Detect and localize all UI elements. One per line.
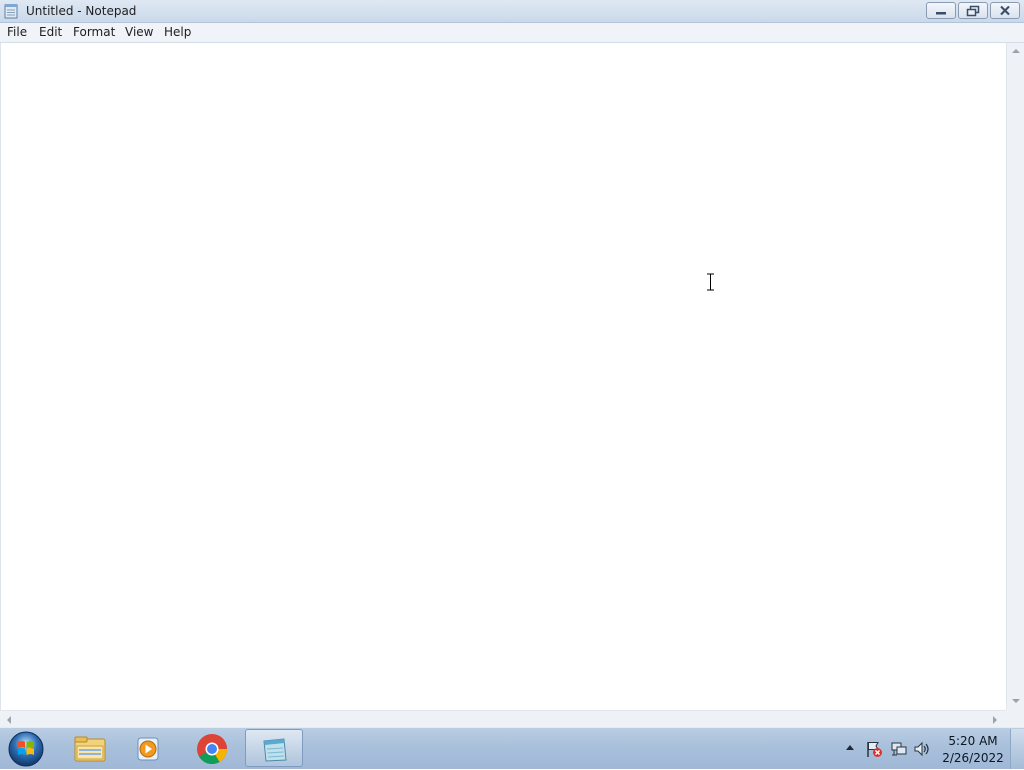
window-title: Untitled - Notepad — [26, 4, 137, 18]
media-player-icon — [137, 737, 159, 761]
vertical-scrollbar[interactable] — [1006, 43, 1024, 710]
menu-view[interactable]: View — [123, 25, 155, 39]
menu-help[interactable]: Help — [162, 25, 193, 39]
menu-edit[interactable]: Edit — [37, 25, 64, 39]
close-button[interactable] — [990, 2, 1020, 19]
clock-time[interactable]: 5:20 AM — [940, 734, 1006, 748]
taskbar-chrome-button[interactable] — [183, 729, 241, 767]
size-grip[interactable] — [1006, 710, 1024, 727]
chrome-icon — [197, 734, 227, 765]
notepad-icon — [263, 738, 287, 762]
menu-format[interactable]: Format — [71, 25, 117, 39]
minimize-button[interactable] — [926, 2, 956, 19]
clock-date[interactable]: 2/26/2022 — [940, 751, 1006, 765]
minimize-icon — [936, 12, 946, 15]
restore-button[interactable] — [958, 2, 988, 19]
show-hidden-icons-arrow[interactable] — [846, 745, 854, 750]
taskbar-explorer-button[interactable] — [60, 729, 118, 767]
taskbar-media-player-button[interactable] — [120, 729, 178, 767]
menu-bar: File Edit Format View Help — [0, 23, 1024, 43]
action-center-flag-icon[interactable] — [865, 740, 883, 758]
notepad-icon — [4, 4, 18, 19]
show-desktop-button[interactable] — [1010, 729, 1024, 769]
taskbar-notepad-button[interactable] — [245, 729, 303, 767]
folder-icon — [74, 736, 106, 762]
scroll-up-icon[interactable] — [1012, 49, 1020, 53]
volume-icon[interactable] — [913, 740, 931, 758]
taskbar: 5:20 AM 2/26/2022 — [0, 727, 1024, 769]
text-cursor-icon — [707, 273, 714, 291]
menu-file[interactable]: File — [5, 25, 29, 39]
scroll-left-icon[interactable] — [7, 716, 11, 724]
scroll-right-icon[interactable] — [993, 716, 997, 724]
restore-icon — [966, 5, 980, 17]
network-icon[interactable] — [890, 740, 908, 758]
start-orb-icon[interactable] — [7, 730, 45, 768]
close-icon — [1000, 5, 1010, 16]
horizontal-scrollbar[interactable] — [0, 710, 1006, 728]
text-editor-area[interactable] — [0, 43, 1007, 710]
title-bar[interactable]: Untitled - Notepad — [0, 0, 1024, 23]
scroll-down-icon[interactable] — [1012, 699, 1020, 703]
